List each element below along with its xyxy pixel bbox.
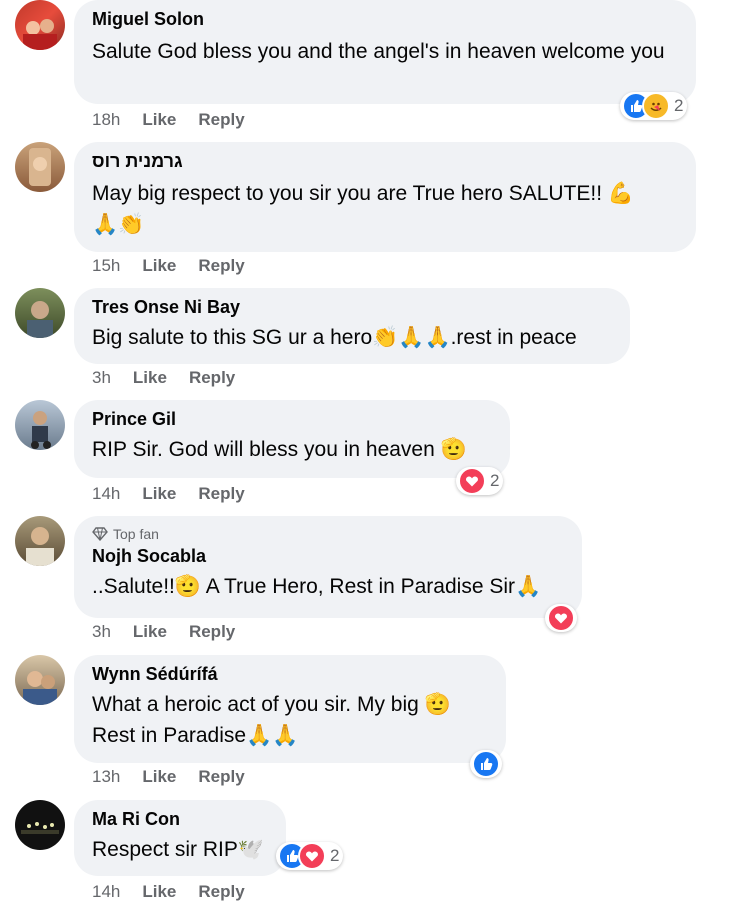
- top-fan-label: Top fan: [113, 526, 159, 542]
- comment-bubble: גרמנית רוס May big respect to you sir yo…: [74, 142, 696, 252]
- comment-bubble: Top fan Nojh Socabla ..Salute!!🫡 A True …: [74, 516, 582, 618]
- comment-author[interactable]: Nojh Socabla: [92, 545, 564, 567]
- comment-bubble: Tres Onse Ni Bay Big salute to this SG u…: [74, 288, 630, 364]
- like-button[interactable]: Like: [142, 256, 176, 276]
- avatar[interactable]: [15, 655, 65, 705]
- comment-text: RIP Sir. God will bless you in heaven 🫡: [92, 438, 467, 461]
- comment-timestamp[interactable]: 18h: [92, 110, 120, 130]
- comment-timestamp[interactable]: 15h: [92, 256, 120, 276]
- reaction-summary[interactable]: 2: [456, 467, 504, 495]
- comment-bubble: Wynn Sédúrífá What a heroic act of you s…: [74, 655, 506, 763]
- comment-author[interactable]: Ma Ri Con: [92, 808, 268, 830]
- comment-actions: 13h Like Reply: [92, 767, 245, 787]
- comment-timestamp[interactable]: 14h: [92, 484, 120, 504]
- like-reaction-icon: [472, 750, 500, 778]
- reply-button[interactable]: Reply: [198, 256, 244, 276]
- reaction-count: 2: [330, 846, 340, 865]
- comment-author[interactable]: Wynn Sédúrífá: [92, 663, 488, 685]
- comment-text: What a heroic act of you sir. My big 🫡 R…: [92, 693, 451, 747]
- diamond-icon: [92, 527, 108, 541]
- comment-author[interactable]: גרמנית רוס: [92, 150, 678, 172]
- reply-button[interactable]: Reply: [198, 110, 244, 130]
- reaction-count: 2: [674, 96, 684, 115]
- avatar[interactable]: [15, 516, 65, 566]
- love-reaction-icon: [458, 467, 486, 495]
- reaction-summary[interactable]: [470, 750, 502, 778]
- reaction-summary[interactable]: [545, 604, 577, 632]
- love-reaction-icon: [547, 604, 575, 632]
- comment-author[interactable]: Tres Onse Ni Bay: [92, 296, 612, 318]
- like-button[interactable]: Like: [133, 622, 167, 642]
- like-button[interactable]: Like: [142, 110, 176, 130]
- comment-actions: 15h Like Reply: [92, 256, 245, 276]
- like-button[interactable]: Like: [142, 767, 176, 787]
- reply-button[interactable]: Reply: [198, 484, 244, 504]
- comment-actions: 14h Like Reply: [92, 882, 245, 902]
- like-button[interactable]: Like: [133, 368, 167, 388]
- reply-button[interactable]: Reply: [198, 882, 244, 902]
- comment-text: Respect sir RIP🕊️: [92, 838, 265, 861]
- comment-bubble: Miguel Solon Salute God bless you and th…: [74, 0, 696, 104]
- comment-text: Salute God bless you and the angel's in …: [92, 40, 665, 63]
- comment-text: May big respect to you sir you are True …: [92, 182, 635, 236]
- reaction-count: 2: [490, 471, 500, 490]
- comment-actions: 14h Like Reply: [92, 484, 245, 504]
- reply-button[interactable]: Reply: [189, 622, 235, 642]
- comment-author[interactable]: Prince Gil: [92, 408, 492, 430]
- avatar[interactable]: [15, 288, 65, 338]
- avatar[interactable]: [15, 142, 65, 192]
- comment-timestamp[interactable]: 3h: [92, 368, 111, 388]
- comment-text: Big salute to this SG ur a hero👏🙏🙏.rest …: [92, 326, 577, 349]
- reply-button[interactable]: Reply: [189, 368, 235, 388]
- avatar[interactable]: [15, 0, 65, 50]
- comment-actions: 18h Like Reply: [92, 110, 245, 130]
- love-reaction-icon: [298, 842, 326, 870]
- care-reaction-icon: [642, 92, 670, 120]
- avatar[interactable]: [15, 400, 65, 450]
- comment-actions: 3h Like Reply: [92, 368, 235, 388]
- comment-timestamp[interactable]: 14h: [92, 882, 120, 902]
- comment-actions: 3h Like Reply: [92, 622, 235, 642]
- comment-bubble: Prince Gil RIP Sir. God will bless you i…: [74, 400, 510, 478]
- top-fan-badge: Top fan: [92, 526, 564, 542]
- comment-text: ..Salute!!🫡 A True Hero, Rest in Paradis…: [92, 575, 542, 598]
- like-button[interactable]: Like: [142, 484, 176, 504]
- like-button[interactable]: Like: [142, 882, 176, 902]
- avatar[interactable]: [15, 800, 65, 850]
- reaction-summary[interactable]: 2: [276, 842, 344, 870]
- comment-timestamp[interactable]: 13h: [92, 767, 120, 787]
- reaction-summary[interactable]: 2: [620, 92, 688, 120]
- reply-button[interactable]: Reply: [198, 767, 244, 787]
- comment-timestamp[interactable]: 3h: [92, 622, 111, 642]
- comment-bubble: Ma Ri Con Respect sir RIP🕊️: [74, 800, 286, 876]
- comment-author[interactable]: Miguel Solon: [92, 8, 678, 30]
